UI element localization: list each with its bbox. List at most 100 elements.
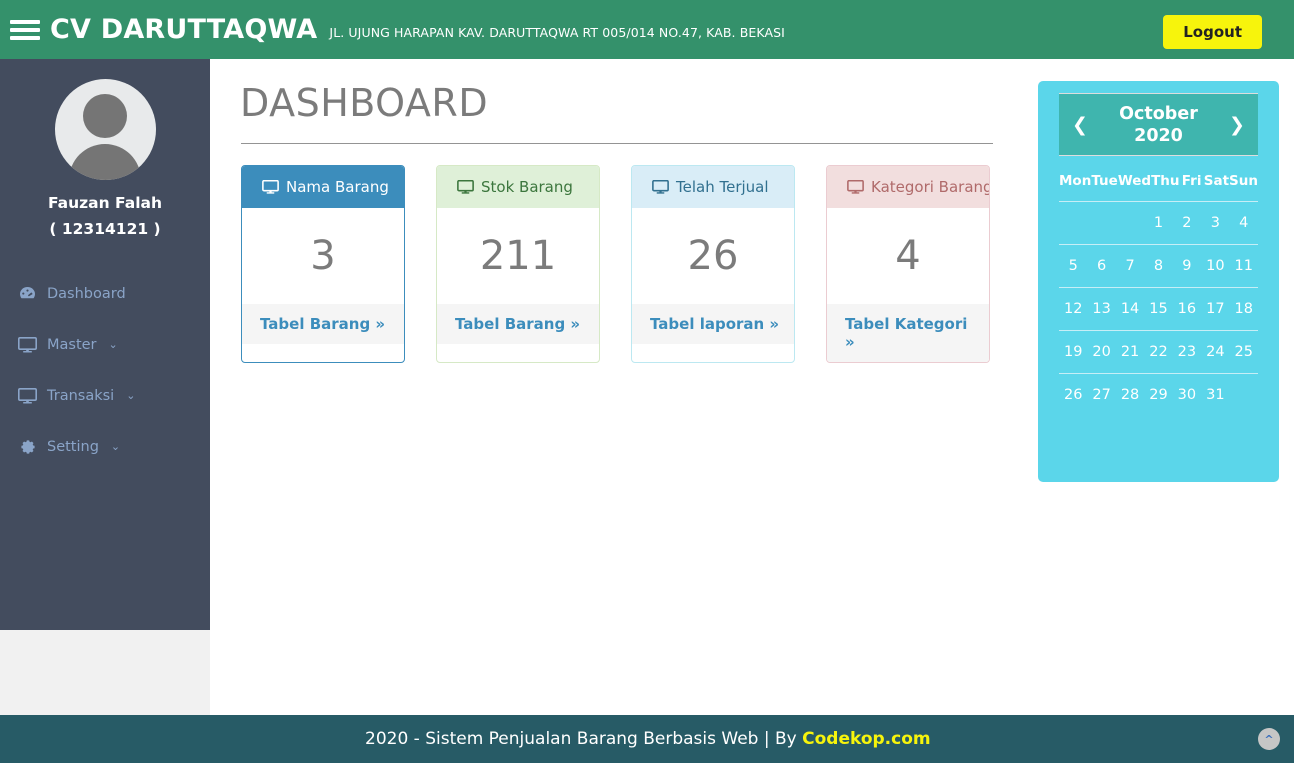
calendar-day[interactable]: 10 [1201, 258, 1229, 274]
hamburger-icon[interactable] [10, 18, 40, 42]
logout-button[interactable]: Logout [1163, 15, 1262, 49]
info-box-link[interactable]: Tabel Kategori » [827, 304, 989, 362]
hamburger-bar [10, 27, 40, 32]
sidebar-item-setting[interactable]: Setting ⌄ [0, 421, 210, 472]
brand-title[interactable]: CV DARUTTAQWA [50, 16, 317, 43]
info-box-link[interactable]: Tabel laporan » [632, 304, 794, 344]
info-box-stok-barang: Stok Barang 211 Tabel Barang » [436, 165, 600, 363]
calendar-day[interactable]: 18 [1230, 301, 1258, 317]
user-avatar-icon [54, 79, 156, 180]
dashboard-page: CV DARUTTAQWA JL. UJUNG HARAPAN KAV. DAR… [0, 0, 1294, 763]
calendar-day[interactable]: 13 [1087, 301, 1115, 317]
info-box-nama-barang: Nama Barang 3 Tabel Barang » [241, 165, 405, 363]
footer-text: 2020 - Sistem Penjualan Barang Berbasis … [365, 729, 931, 749]
chevron-right-icon[interactable]: ❯ [1228, 114, 1246, 136]
calendar-widget: ❮ October 2020 ❯ Mon Tue Wed Thu Fri Sat… [1038, 81, 1279, 482]
sidebar-item-transaksi[interactable]: Transaksi ⌄ [0, 370, 210, 421]
sidebar-menu: Dashboard Master ⌄ Transaksi ⌄ Setting ⌄ [0, 268, 210, 472]
info-box-value: 4 [827, 208, 989, 304]
calendar-day[interactable]: 15 [1144, 301, 1172, 317]
dashboard-icon [18, 286, 37, 301]
info-box-header: Nama Barang [242, 166, 404, 208]
avatar-body [69, 144, 141, 180]
sidebar-item-label: Master [47, 336, 97, 353]
sidebar: Fauzan Falah ( 12314121 ) Dashboard Mast… [0, 59, 210, 630]
calendar-day[interactable]: 31 [1201, 387, 1229, 403]
calendar-day[interactable]: 27 [1087, 387, 1115, 403]
top-navbar: CV DARUTTAQWA JL. UJUNG HARAPAN KAV. DAR… [0, 0, 1294, 59]
info-box-value: 3 [242, 208, 404, 304]
calendar-week-row: 1 2 3 4 [1059, 201, 1258, 244]
info-box-link[interactable]: Tabel Barang » [242, 304, 404, 344]
calendar-day[interactable]: 6 [1087, 258, 1115, 274]
calendar-day[interactable]: 19 [1059, 344, 1087, 360]
info-box-title: Kategori Barang [871, 178, 990, 196]
desktop-icon [18, 336, 37, 353]
calendar-day[interactable]: 21 [1116, 344, 1144, 360]
calendar-dow: Tue [1091, 173, 1118, 189]
calendar-day[interactable]: 8 [1144, 258, 1172, 274]
info-box-title: Nama Barang [286, 178, 389, 196]
calendar-day[interactable]: 30 [1173, 387, 1201, 403]
calendar-title: October 2020 [1089, 103, 1228, 147]
info-box-telah-terjual: Telah Terjual 26 Tabel laporan » [631, 165, 795, 363]
sidebar-item-master[interactable]: Master ⌄ [0, 319, 210, 370]
info-box-kategori-barang: Kategori Barang 4 Tabel Kategori » [826, 165, 990, 363]
calendar-day[interactable]: 22 [1144, 344, 1172, 360]
calendar-day[interactable]: 14 [1116, 301, 1144, 317]
calendar-dow: Thu [1151, 173, 1180, 189]
calendar-day[interactable]: 26 [1059, 387, 1087, 403]
sidebar-user-id: ( 12314121 ) [49, 220, 161, 238]
info-box-title: Stok Barang [481, 178, 573, 196]
desktop-icon [847, 180, 864, 194]
hamburger-bar [10, 35, 40, 40]
calendar-week-row: 12 13 14 15 16 17 18 [1059, 287, 1258, 330]
chevron-left-icon[interactable]: ❮ [1071, 114, 1089, 136]
calendar-dow: Sat [1203, 173, 1230, 189]
calendar-day[interactable]: 7 [1116, 258, 1144, 274]
calendar-day[interactable]: 17 [1201, 301, 1229, 317]
calendar-day[interactable]: 20 [1087, 344, 1115, 360]
calendar-day[interactable]: 5 [1059, 258, 1087, 274]
calendar-day[interactable]: 24 [1201, 344, 1229, 360]
calendar-weeks: 1 2 3 4 5 6 7 8 9 10 11 12 13 14 15 16 1… [1059, 201, 1258, 416]
info-box-title: Telah Terjual [676, 178, 769, 196]
calendar-header: ❮ October 2020 ❯ [1059, 93, 1258, 156]
calendar-dow: Wed [1117, 173, 1152, 189]
calendar-day[interactable]: 1 [1144, 215, 1172, 231]
avatar-head [83, 94, 127, 138]
footer-copy: 2020 - Sistem Penjualan Barang Berbasis … [365, 729, 803, 749]
calendar-day-headers: Mon Tue Wed Thu Fri Sat Sun [1059, 173, 1258, 189]
info-box-header: Stok Barang [437, 166, 599, 208]
sidebar-user-name: Fauzan Falah [47, 194, 163, 212]
calendar-day[interactable]: 12 [1059, 301, 1087, 317]
calendar-day[interactable]: 2 [1173, 215, 1201, 231]
calendar-day[interactable]: 9 [1173, 258, 1201, 274]
calendar-day[interactable]: 25 [1230, 344, 1258, 360]
info-box-value: 211 [437, 208, 599, 304]
calendar-day[interactable]: 28 [1116, 387, 1144, 403]
chevron-up-icon[interactable]: ^ [1258, 728, 1280, 750]
calendar-day[interactable]: 3 [1201, 215, 1229, 231]
calendar-day[interactable]: 23 [1173, 344, 1201, 360]
calendar-day[interactable]: 11 [1230, 258, 1258, 274]
desktop-icon [262, 180, 279, 194]
calendar-day[interactable]: 29 [1144, 387, 1172, 403]
calendar-week-row: 5 6 7 8 9 10 11 [1059, 244, 1258, 287]
info-box-link[interactable]: Tabel Barang » [437, 304, 599, 344]
chevron-down-icon: ⌄ [108, 338, 118, 351]
sidebar-item-dashboard[interactable]: Dashboard [0, 268, 210, 319]
calendar-day[interactable]: 4 [1230, 215, 1258, 231]
hamburger-bar [10, 19, 40, 24]
calendar-day[interactable]: 16 [1173, 301, 1201, 317]
sidebar-bottom-filler [0, 630, 210, 715]
sidebar-item-label: Transaksi [47, 387, 115, 404]
calendar-week-row: 26 27 28 29 30 31 [1059, 373, 1258, 416]
info-box-header: Kategori Barang [827, 166, 989, 208]
desktop-icon [457, 180, 474, 194]
calendar-dow: Sun [1229, 173, 1258, 189]
calendar-dow: Fri [1181, 173, 1202, 189]
footer-link[interactable]: Codekop.com [802, 729, 930, 749]
info-box-value: 26 [632, 208, 794, 304]
chevron-down-icon: ⌄ [126, 389, 136, 402]
